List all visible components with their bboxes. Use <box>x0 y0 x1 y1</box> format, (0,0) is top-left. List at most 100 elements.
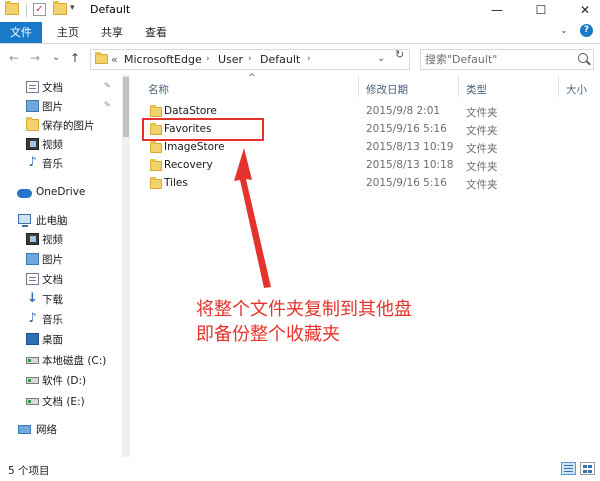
sidebar-item-network[interactable]: 网络 <box>0 420 122 439</box>
annotation-highlight-box <box>142 118 264 141</box>
breadcrumb-separator[interactable]: › <box>307 54 311 64</box>
sidebar-item-pc-music[interactable]: ♪ 音乐 <box>0 310 122 329</box>
sidebar-scrollbar[interactable] <box>122 75 130 457</box>
sidebar-item-saved-pictures[interactable]: 保存的图片 <box>0 116 122 135</box>
details-view-button[interactable] <box>561 462 576 475</box>
refresh-icon[interactable]: ↻ <box>395 48 404 61</box>
address-bar[interactable]: « MicrosoftEdge › User › Default › ⌄ <box>90 49 410 70</box>
breadcrumb-separator[interactable]: › <box>206 54 210 64</box>
folder-icon <box>150 159 162 171</box>
column-divider[interactable] <box>458 75 459 97</box>
sidebar-item-label: 图片 <box>42 101 63 113</box>
network-icon <box>18 425 31 434</box>
video-icon <box>26 138 39 150</box>
maximize-button[interactable]: ☐ <box>526 0 556 20</box>
table-row[interactable]: Tiles 2015/9/16 5:16 文件夹 <box>136 175 596 193</box>
sidebar-item-onedrive[interactable]: OneDrive <box>0 184 122 203</box>
sidebar-item-pc-documents[interactable]: 文档 <box>0 270 122 289</box>
large-icons-view-button[interactable] <box>580 462 595 475</box>
annotation-text-line1: 将整个文件夹复制到其他盘 <box>196 299 412 320</box>
sidebar-item-videos[interactable]: 视频 <box>0 135 122 154</box>
sidebar-item-label: 视频 <box>42 234 63 246</box>
quick-access-dropdown[interactable]: ▾ <box>70 3 75 13</box>
download-icon: ↓ <box>27 291 38 306</box>
tab-home[interactable]: 主页 <box>57 22 79 43</box>
sidebar-item-pc-videos[interactable]: 视频 <box>0 230 122 249</box>
breadcrumb-microsoftedge[interactable]: MicrosoftEdge <box>124 53 202 66</box>
sidebar-item-label: 保存的图片 <box>42 120 95 132</box>
sidebar-item-label: 本地磁盘 (C:) <box>42 355 107 367</box>
file-type: 文件夹 <box>466 179 498 191</box>
column-header-date[interactable]: 修改日期 <box>366 82 408 97</box>
file-date: 2015/9/8 2:01 <box>366 105 441 117</box>
close-button[interactable]: ✕ <box>570 0 600 20</box>
sidebar-item-music[interactable]: ♪ 音乐 <box>0 154 122 173</box>
sidebar-item-drive-d[interactable]: 软件 (D:) <box>0 371 122 390</box>
sidebar-item-downloads[interactable]: ↓ 下载 <box>0 290 122 309</box>
recent-locations-button[interactable]: ⌄ <box>52 52 60 63</box>
sidebar-item-drive-e[interactable]: 文档 (E:) <box>0 392 122 411</box>
tab-share[interactable]: 共享 <box>101 22 123 43</box>
breadcrumb-overflow[interactable]: « <box>111 53 118 66</box>
sidebar-item-drive-c[interactable]: 本地磁盘 (C:) <box>0 351 122 370</box>
breadcrumb-default[interactable]: Default <box>260 53 300 66</box>
column-divider[interactable] <box>558 75 559 97</box>
minimize-button[interactable]: — <box>482 0 512 20</box>
file-type: 文件夹 <box>466 107 498 119</box>
music-icon: ♪ <box>28 311 37 326</box>
onedrive-icon <box>17 189 32 198</box>
properties-icon[interactable]: ✓ <box>33 3 46 16</box>
sidebar-item-label: 图片 <box>42 254 63 266</box>
column-divider[interactable] <box>358 75 359 97</box>
navigation-bar: ← → ⌄ ↑ « MicrosoftEdge › User › Default… <box>0 45 600 73</box>
scrollbar-thumb[interactable] <box>123 77 129 137</box>
sidebar-item-this-pc[interactable]: 此电脑 <box>0 211 122 230</box>
expand-ribbon-icon[interactable]: ⌄ <box>560 26 568 36</box>
status-bar: 5 个项目 <box>0 457 600 481</box>
toolbar-separator <box>26 3 27 17</box>
desktop-icon <box>26 333 39 345</box>
tab-file[interactable]: 文件 <box>0 22 42 43</box>
sidebar-item-desktop[interactable]: 桌面 <box>0 330 122 349</box>
search-box[interactable] <box>420 49 594 70</box>
sidebar-item-pc-pictures[interactable]: 图片 <box>0 250 122 269</box>
file-name: Recovery <box>164 159 213 171</box>
folder-icon <box>5 1 19 15</box>
breadcrumb-separator[interactable]: › <box>248 54 252 64</box>
pin-icon: ✎ <box>104 81 111 90</box>
tab-view[interactable]: 查看 <box>145 22 167 43</box>
folder-icon <box>150 105 162 117</box>
table-row[interactable]: Recovery 2015/8/13 10:18 文件夹 <box>136 157 596 175</box>
forward-button[interactable]: → <box>30 51 40 65</box>
new-folder-icon[interactable] <box>53 1 67 15</box>
sidebar-item-label: 桌面 <box>42 334 63 346</box>
search-input[interactable] <box>425 52 575 67</box>
column-header-name[interactable]: 名称 <box>148 82 169 97</box>
address-dropdown[interactable]: ⌄ <box>377 53 385 64</box>
video-icon <box>26 233 39 245</box>
sidebar-item-label: 音乐 <box>42 158 63 170</box>
folder-icon <box>95 52 108 64</box>
file-date: 2015/8/13 10:18 <box>366 159 454 171</box>
column-header-size[interactable]: 大小 <box>566 82 587 97</box>
column-header-type[interactable]: 类型 <box>466 82 487 97</box>
search-icon[interactable] <box>578 53 588 63</box>
up-button[interactable]: ↑ <box>70 51 80 65</box>
sidebar-item-label: OneDrive <box>36 186 86 198</box>
document-icon <box>26 273 39 285</box>
drive-icon <box>26 377 39 384</box>
folder-icon <box>150 141 162 153</box>
sidebar-item-label: 音乐 <box>42 314 63 326</box>
title-bar: ✓ ▾ Default — ☐ ✕ <box>0 0 600 20</box>
help-icon[interactable]: ? <box>580 24 593 37</box>
back-button[interactable]: ← <box>9 51 19 65</box>
file-type: 文件夹 <box>466 125 498 137</box>
table-row[interactable]: ImageStore 2015/8/13 10:19 文件夹 <box>136 139 596 157</box>
breadcrumb-user[interactable]: User <box>218 53 243 66</box>
item-count: 5 个项目 <box>8 465 50 477</box>
file-type: 文件夹 <box>466 143 498 155</box>
sidebar-item-documents[interactable]: 文档 ✎ <box>0 78 122 97</box>
sidebar-item-pictures[interactable]: 图片 ✎ <box>0 97 122 116</box>
file-name: DataStore <box>164 105 217 117</box>
file-name: Tiles <box>164 177 188 189</box>
